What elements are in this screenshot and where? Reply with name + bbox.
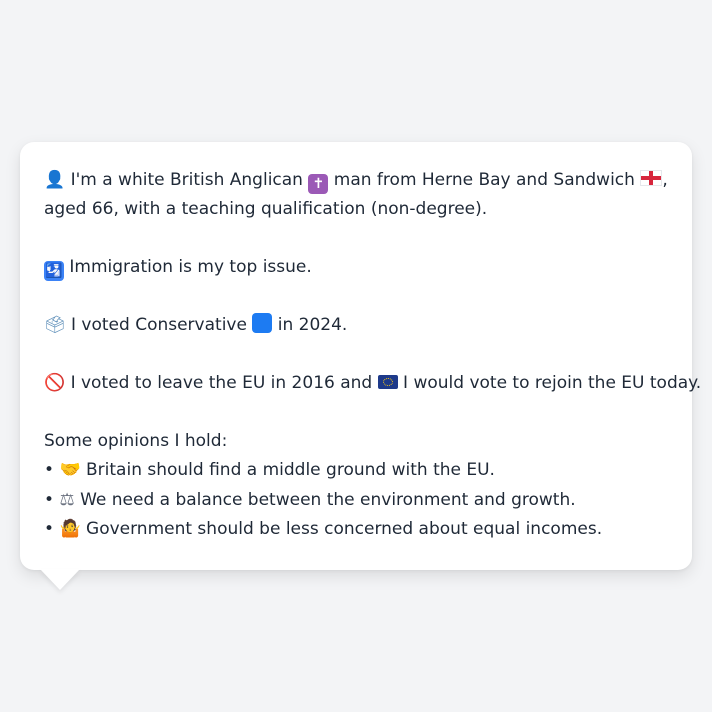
balance-scale-icon: ⚖ (59, 489, 75, 510)
top-issue-paragraph: 🛂 Immigration is my top issue. (44, 253, 672, 282)
list-item: • 🤝 Britain should find a middle ground … (44, 456, 672, 486)
intro-text-location: man from Herne Bay and Sandwich (333, 170, 635, 190)
bullet: • (44, 460, 55, 480)
eu-vote-paragraph: 🚫 I voted to leave the EU in 2016 and I … (44, 369, 701, 398)
bullet: • (44, 489, 55, 510)
bullet: • (44, 519, 55, 539)
intro-text-identity: I'm a white British Anglican (70, 170, 303, 190)
opinions-heading: Some opinions I hold: (44, 431, 228, 451)
shrug-icon: 🤷 (59, 519, 81, 539)
ballot-box-icon: 🗳 (44, 315, 66, 335)
blue-square-icon (252, 313, 273, 333)
list-item: • ⚖ We need a balance between the enviro… (44, 486, 672, 516)
opinion-text: We need a balance between the environmen… (80, 489, 576, 510)
passport-control-icon: 🛂 (44, 261, 64, 281)
intro-paragraph: 👤 I'm a white British Anglican ✝ man fro… (44, 166, 672, 224)
handshake-icon: 🤝 (59, 460, 81, 480)
person-silhouette-icon: 👤 (44, 170, 66, 190)
england-flag-icon (640, 170, 663, 186)
vote-2024-text-a: I voted Conservative (71, 315, 247, 335)
eu-flag-icon (377, 375, 398, 389)
list-item: • 🤷 Government should be less concerned … (44, 515, 672, 545)
speech-bubble-tail (40, 569, 80, 590)
intro-comma: , (662, 170, 668, 190)
vote-2024-paragraph: 🗳 I voted Conservative in 2024. (44, 311, 672, 340)
opinion-text: Britain should find a middle ground with… (86, 460, 495, 480)
persona-card: 👤 I'm a white British Anglican ✝ man fro… (20, 142, 701, 570)
latin-cross-icon: ✝ (308, 174, 329, 194)
top-issue-text: Immigration is my top issue. (69, 257, 312, 277)
opinion-text: Government should be less concerned abou… (86, 519, 603, 539)
vote-2024-text-b: in 2024. (277, 315, 348, 335)
opinions-list: • 🤝 Britain should find a middle ground … (44, 456, 672, 545)
intro-text-age-education: aged 66, with a teaching qualification (… (44, 199, 488, 219)
prohibited-icon: 🚫 (44, 373, 66, 393)
eu-vote-text-b: I would vote to rejoin the EU today. (403, 373, 702, 393)
eu-vote-text-a: I voted to leave the EU in 2016 and (70, 373, 373, 393)
